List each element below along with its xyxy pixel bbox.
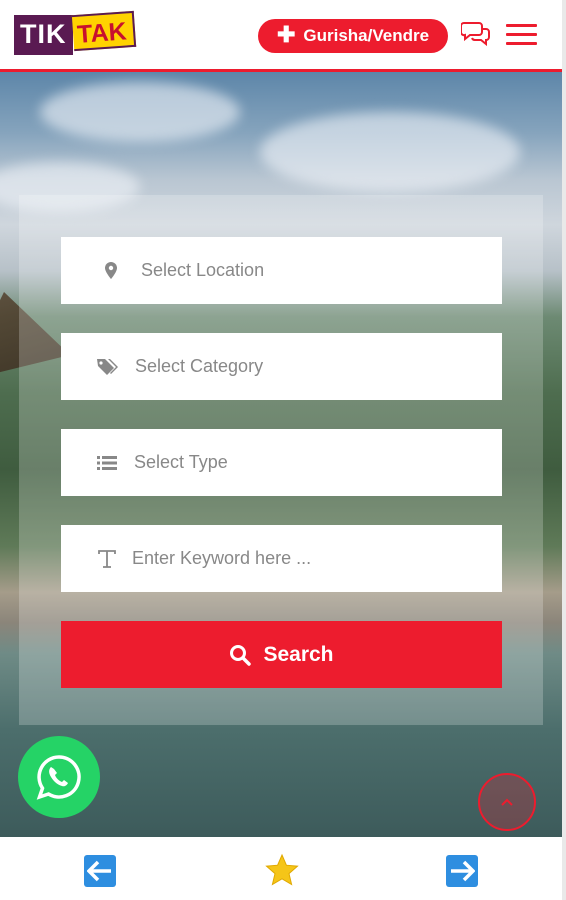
scroll-to-top-button[interactable]	[478, 773, 536, 831]
search-button-label: Search	[263, 642, 334, 666]
plus-icon: ✚	[276, 22, 296, 47]
category-select[interactable]: Select Category	[61, 333, 502, 400]
category-placeholder: Select Category	[135, 356, 264, 376]
logo-text-tak: TAK	[71, 10, 136, 52]
keyword-input[interactable]: Enter Keyword here ...	[61, 525, 502, 592]
type-select[interactable]: Select Type	[61, 429, 502, 496]
logo-text-tik: TIK	[14, 15, 73, 55]
text-icon	[95, 549, 119, 568]
tags-icon	[95, 358, 119, 376]
arrow-left-icon	[87, 860, 111, 882]
location-placeholder: Select Location	[141, 260, 265, 280]
arrow-right-icon	[451, 860, 475, 882]
bottom-navigation	[0, 837, 566, 900]
page-edge	[562, 0, 566, 900]
site-header: TIK TAK ✚ Gurisha/Vendre	[0, 0, 566, 72]
list-icon	[95, 455, 119, 471]
post-ad-label: Gurisha/Vendre	[303, 26, 430, 45]
search-button[interactable]: Search	[61, 621, 502, 688]
keyword-placeholder: Enter Keyword here ...	[132, 548, 312, 568]
whatsapp-icon	[36, 755, 81, 800]
map-marker-icon	[99, 262, 123, 279]
post-ad-button[interactable]: ✚ Gurisha/Vendre	[258, 19, 448, 53]
whatsapp-button[interactable]	[18, 736, 100, 818]
forward-button[interactable]	[446, 855, 478, 887]
back-button[interactable]	[84, 855, 116, 887]
tiktak-logo[interactable]: TIK TAK	[14, 10, 136, 55]
star-icon	[265, 853, 299, 886]
chat-bubbles-icon[interactable]	[461, 20, 491, 46]
location-select[interactable]: Select Location	[61, 237, 502, 304]
search-icon	[230, 644, 252, 666]
hamburger-menu-icon[interactable]	[506, 24, 537, 46]
chevron-up-icon	[501, 798, 513, 806]
type-placeholder: Select Type	[134, 452, 228, 472]
favorites-button[interactable]	[265, 853, 299, 887]
